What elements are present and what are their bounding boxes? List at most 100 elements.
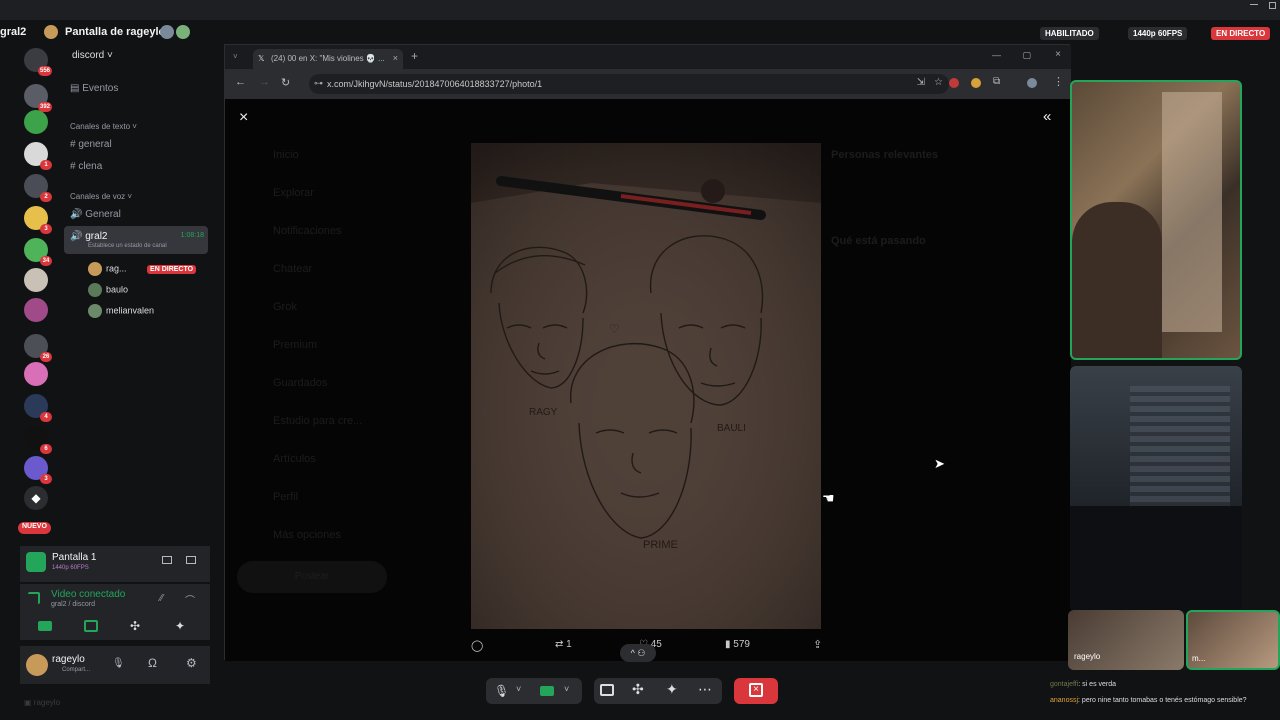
channel-general[interactable]: # general	[70, 139, 112, 150]
text-category[interactable]: Canales de texto ˅	[70, 122, 137, 131]
server-icon[interactable]: 6	[24, 426, 52, 454]
voice-user[interactable]: melianvalen	[88, 304, 154, 318]
server-icon[interactable]: 26	[24, 334, 52, 362]
activities-icon[interactable]: ✣	[130, 619, 140, 633]
server-icon[interactable]	[24, 268, 48, 292]
expand-participants-button[interactable]: ^ ⚇	[620, 644, 656, 662]
server-icon[interactable]: 4	[24, 394, 52, 422]
server-icon[interactable]: 392	[24, 84, 52, 112]
chevron-down-icon[interactable]: ˅	[564, 684, 569, 694]
server-rail: 556 392 1 2 3 34 26 4 6 3 ◆ NUEVO	[0, 46, 60, 546]
stop-share-icon[interactable]	[186, 556, 196, 564]
server-icon[interactable]	[24, 298, 48, 322]
voice-user[interactable]: baulo	[88, 283, 128, 297]
collapse-panel-icon[interactable]: «	[1043, 108, 1051, 125]
star-icon[interactable]: ☆	[934, 77, 943, 88]
close-window-icon[interactable]: ×	[1055, 49, 1061, 60]
retweet-button[interactable]: ⇄ 1	[555, 639, 572, 650]
server-icon[interactable]: 2	[24, 174, 52, 202]
server-icon[interactable]	[24, 362, 48, 386]
voice-channel-active[interactable]: 🔊 gral2 1:08:18 Establece un estado de c…	[64, 226, 208, 254]
browser-tab[interactable]: 𝕏 (24) 00 en X: "Mis violines 💀 ... ×	[253, 49, 403, 69]
mic-icon[interactable]: 🎙	[494, 684, 509, 698]
screenshare-icon[interactable]	[600, 684, 614, 696]
forward-icon[interactable]: →	[259, 76, 270, 88]
soundboard-icon[interactable]: ✦	[666, 681, 678, 698]
hand-cursor-icon: ☚	[822, 490, 835, 506]
disconnect-icon[interactable]: ⌒	[185, 592, 195, 607]
maximize-icon[interactable]	[1269, 2, 1276, 9]
voice-category[interactable]: Canales de voz ˅	[70, 192, 132, 201]
photo-label-prime: PRIME	[643, 539, 678, 551]
signal-icon	[28, 592, 40, 604]
viewer-avatar	[176, 25, 190, 39]
more-icon[interactable]: ⋯	[698, 681, 712, 698]
server-icon[interactable]	[24, 110, 48, 134]
gear-icon[interactable]: ⚙	[186, 656, 197, 670]
new-badge: NUEVO	[18, 522, 51, 534]
avatar	[44, 25, 58, 39]
events-link[interactable]: ▤ Eventos	[70, 83, 118, 94]
maximize-icon[interactable]: ▢	[1022, 50, 1031, 61]
discover-icon[interactable]: ◆	[24, 486, 48, 510]
tab-title: (24) 00 en X: "Mis violines 💀 ...	[271, 54, 385, 63]
server-icon[interactable]: 1	[24, 142, 52, 170]
mic-icon[interactable]: 🎙	[112, 658, 125, 669]
minimize-icon[interactable]: —	[992, 50, 1001, 60]
camera-icon[interactable]	[38, 621, 52, 631]
screen-settings-icon[interactable]	[162, 556, 172, 564]
back-icon[interactable]: ←	[235, 76, 246, 88]
headphones-icon[interactable]: Ω	[148, 656, 157, 670]
new-tab-button[interactable]: +	[411, 49, 418, 63]
camera-icon[interactable]	[540, 686, 554, 696]
video-tile[interactable]	[1070, 80, 1242, 360]
blinds	[1130, 386, 1230, 506]
video-tile-self[interactable]: rageylo	[1068, 610, 1184, 670]
video-tile[interactable]	[1070, 366, 1242, 612]
site-info-icon[interactable]: ⊶	[314, 78, 323, 89]
avatar[interactable]	[26, 654, 48, 676]
install-icon[interactable]: ⇲	[917, 77, 925, 88]
end-call-button[interactable]: ×	[734, 678, 778, 704]
menu-icon[interactable]: ⋮	[1053, 75, 1064, 88]
screenshare-icon[interactable]	[84, 620, 98, 632]
reply-icon[interactable]: ◯	[471, 639, 483, 652]
photo-image[interactable]: RAGY BAULI PRIME ♡	[471, 143, 821, 629]
server-name[interactable]: discord ˅	[72, 50, 113, 61]
ghost-nav-item: Chatear	[273, 263, 313, 275]
reload-icon[interactable]: ↻	[281, 76, 290, 89]
close-tab-icon[interactable]: ×	[393, 53, 398, 63]
server-icon[interactable]: 3	[24, 456, 52, 484]
video-tile-other[interactable]: m...	[1186, 610, 1280, 670]
ghost-right-section: Qué está pasando	[831, 235, 926, 247]
photo-label-bauli: BAULI	[717, 423, 746, 434]
photo-label-ragy: RAGY	[529, 407, 558, 418]
extension-icon[interactable]	[971, 78, 981, 88]
room-shadow	[1070, 506, 1242, 612]
channel-status-hint[interactable]: Establece un estado de canal	[88, 243, 167, 249]
chevron-down-icon[interactable]: ˅	[516, 684, 521, 694]
extensions-puzzle-icon[interactable]: ⧉	[993, 76, 1000, 87]
profile-avatar[interactable]	[1027, 78, 1037, 88]
close-icon[interactable]: ×	[239, 109, 248, 127]
server-icon[interactable]: 3	[24, 206, 52, 234]
minimize-icon[interactable]	[1250, 4, 1258, 5]
channel-clena[interactable]: # clena	[70, 161, 102, 172]
activities-icon[interactable]: ✣	[632, 681, 644, 698]
door-frame	[1162, 92, 1222, 332]
voice-location[interactable]: gral2 / discord	[51, 601, 95, 608]
share-icon[interactable]: ⇪	[813, 638, 822, 651]
server-icon[interactable]: 556	[24, 48, 52, 76]
server-icon[interactable]: 34	[24, 238, 52, 266]
voice-user[interactable]: rag... EN DIRECTO	[88, 262, 197, 276]
tab-list-icon[interactable]: ˅	[233, 52, 238, 61]
pointer-cursor-icon: ➤	[934, 456, 945, 471]
chat-text: : si es verda	[1078, 681, 1117, 688]
url-field[interactable]: ⊶ x.com/JkihgvN/status/20184700640188337…	[309, 74, 949, 94]
extension-icon[interactable]	[949, 78, 959, 88]
soundboard-icon[interactable]: ✦	[175, 619, 185, 633]
voice-channel-general[interactable]: 🔊 General	[70, 209, 121, 220]
activity-controls: ✣ ✦ ⋯	[594, 678, 722, 704]
views-button[interactable]: ▮ 579	[725, 639, 750, 650]
noise-icon[interactable]: ⁄⁄	[160, 593, 163, 604]
